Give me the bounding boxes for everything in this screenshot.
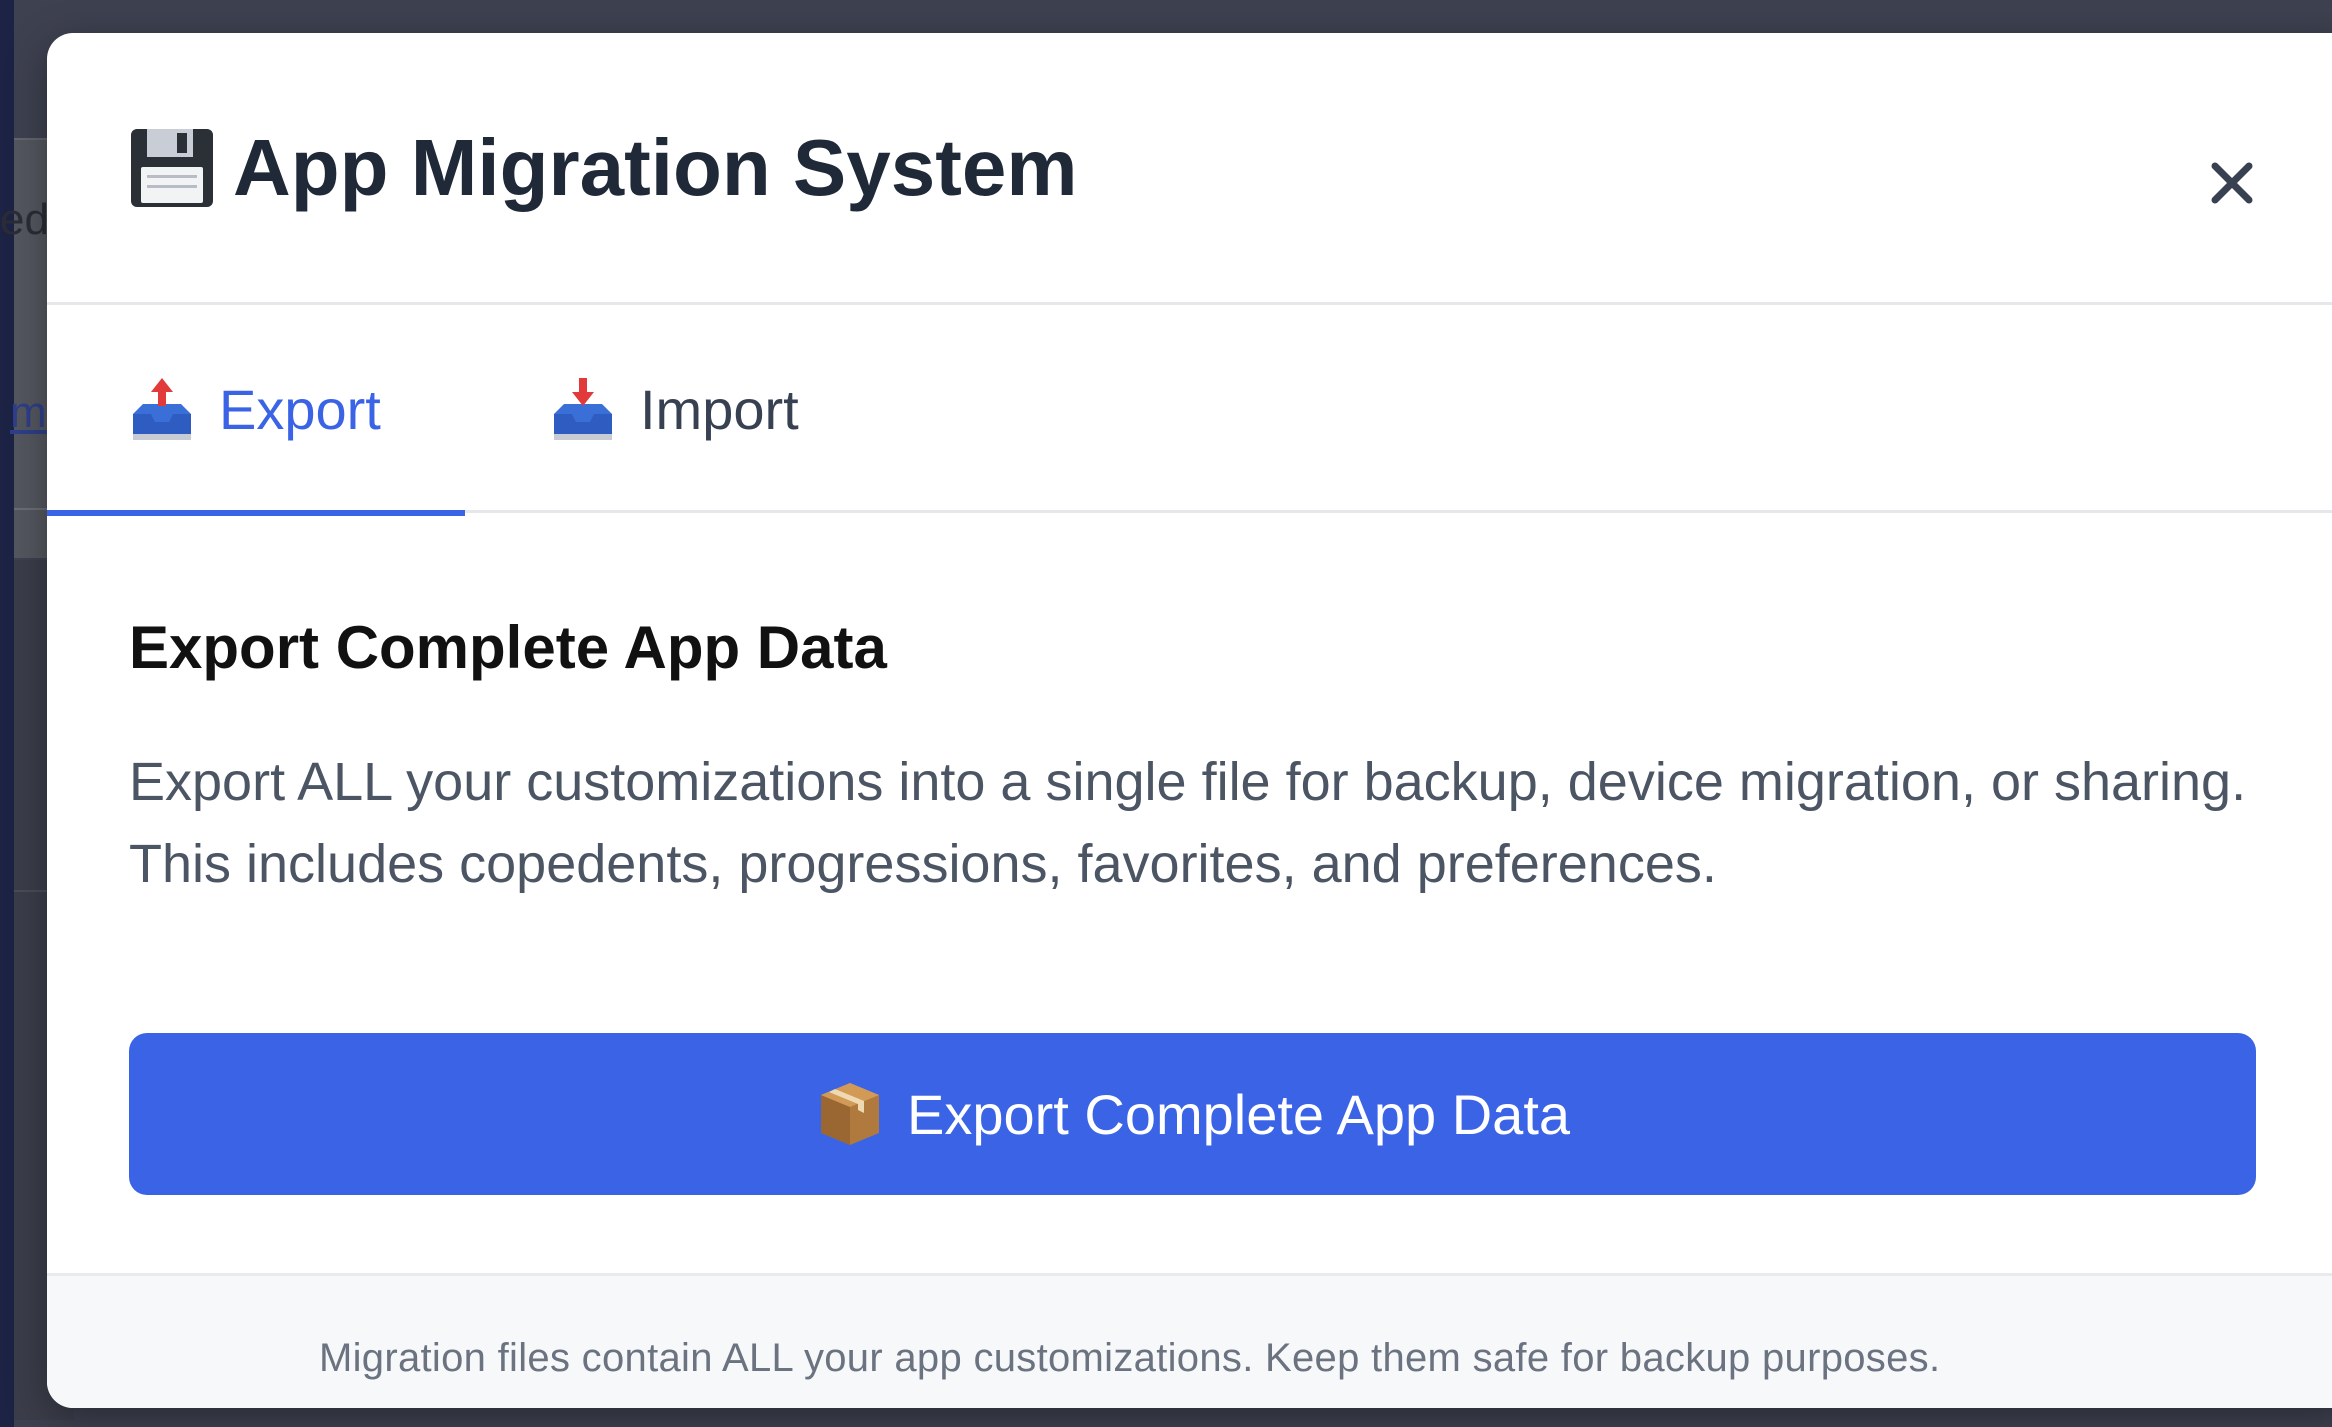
tab-export-label: Export [219,377,381,441]
background-partial-link[interactable]: m [10,388,47,438]
package-icon [815,1079,885,1149]
modal-footer: Migration files contain ALL your app cus… [47,1273,2332,1408]
tab-import[interactable]: Import [550,305,799,513]
floppy-disk-icon [129,125,215,211]
export-button-label: Export Complete App Data [906,1082,1571,1146]
modal-title-text: App Migration System [233,123,1078,212]
close-icon [2211,162,2253,204]
migration-modal: App Migration System Export Import Expor… [47,33,2332,1408]
export-complete-app-data-button[interactable]: Export Complete App Data [129,1033,2256,1195]
inbox-tray-icon [550,374,616,444]
modal-title: App Migration System [129,125,1078,211]
close-button[interactable] [2192,143,2272,223]
background-partial-text: ed [0,195,49,244]
outbox-tray-icon [129,374,195,444]
tab-bar: Export Import [47,305,2332,516]
section-description: Export ALL your customizations into a si… [129,752,2247,894]
modal-header: App Migration System [47,33,2332,305]
footer-note: Migration files contain ALL your app cus… [319,1336,1941,1380]
tab-export[interactable]: Export [47,305,465,516]
tab-import-label: Import [640,377,799,441]
section-heading: Export Complete App Data [129,614,887,681]
